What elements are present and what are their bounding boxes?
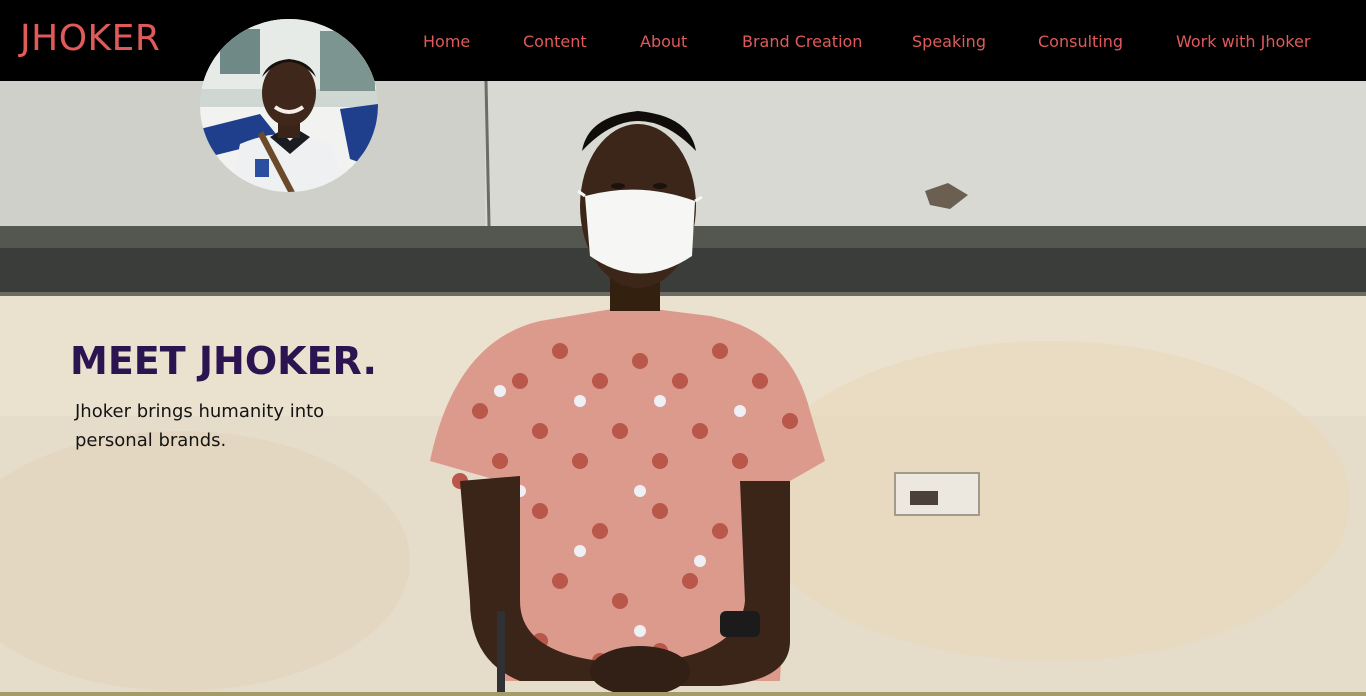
avatar xyxy=(200,19,378,192)
nav-content[interactable]: Content xyxy=(523,32,587,51)
hero-section: MEET JHOKER. Jhoker brings humanity into… xyxy=(0,81,1366,696)
avatar-photo xyxy=(200,19,378,192)
nav-about[interactable]: About xyxy=(640,32,687,51)
main-nav: Home Content About Brand Creation Speaki… xyxy=(0,0,1366,81)
page: JHOKER Home Content About Brand Creation… xyxy=(0,0,1366,696)
nav-work-with-jhoker[interactable]: Work with Jhoker xyxy=(1176,32,1310,51)
nav-speaking[interactable]: Speaking xyxy=(912,32,986,51)
nav-consulting[interactable]: Consulting xyxy=(1038,32,1123,51)
header-bar: JHOKER Home Content About Brand Creation… xyxy=(0,0,1366,81)
hero-title: MEET JHOKER. xyxy=(70,339,377,383)
nav-home[interactable]: Home xyxy=(423,32,470,51)
nav-brand-creation[interactable]: Brand Creation xyxy=(742,32,862,51)
hero-text-block: MEET JHOKER. Jhoker brings humanity into… xyxy=(70,339,377,455)
hero-subtitle: Jhoker brings humanity into personal bra… xyxy=(75,401,325,451)
bottom-divider xyxy=(0,692,1366,696)
